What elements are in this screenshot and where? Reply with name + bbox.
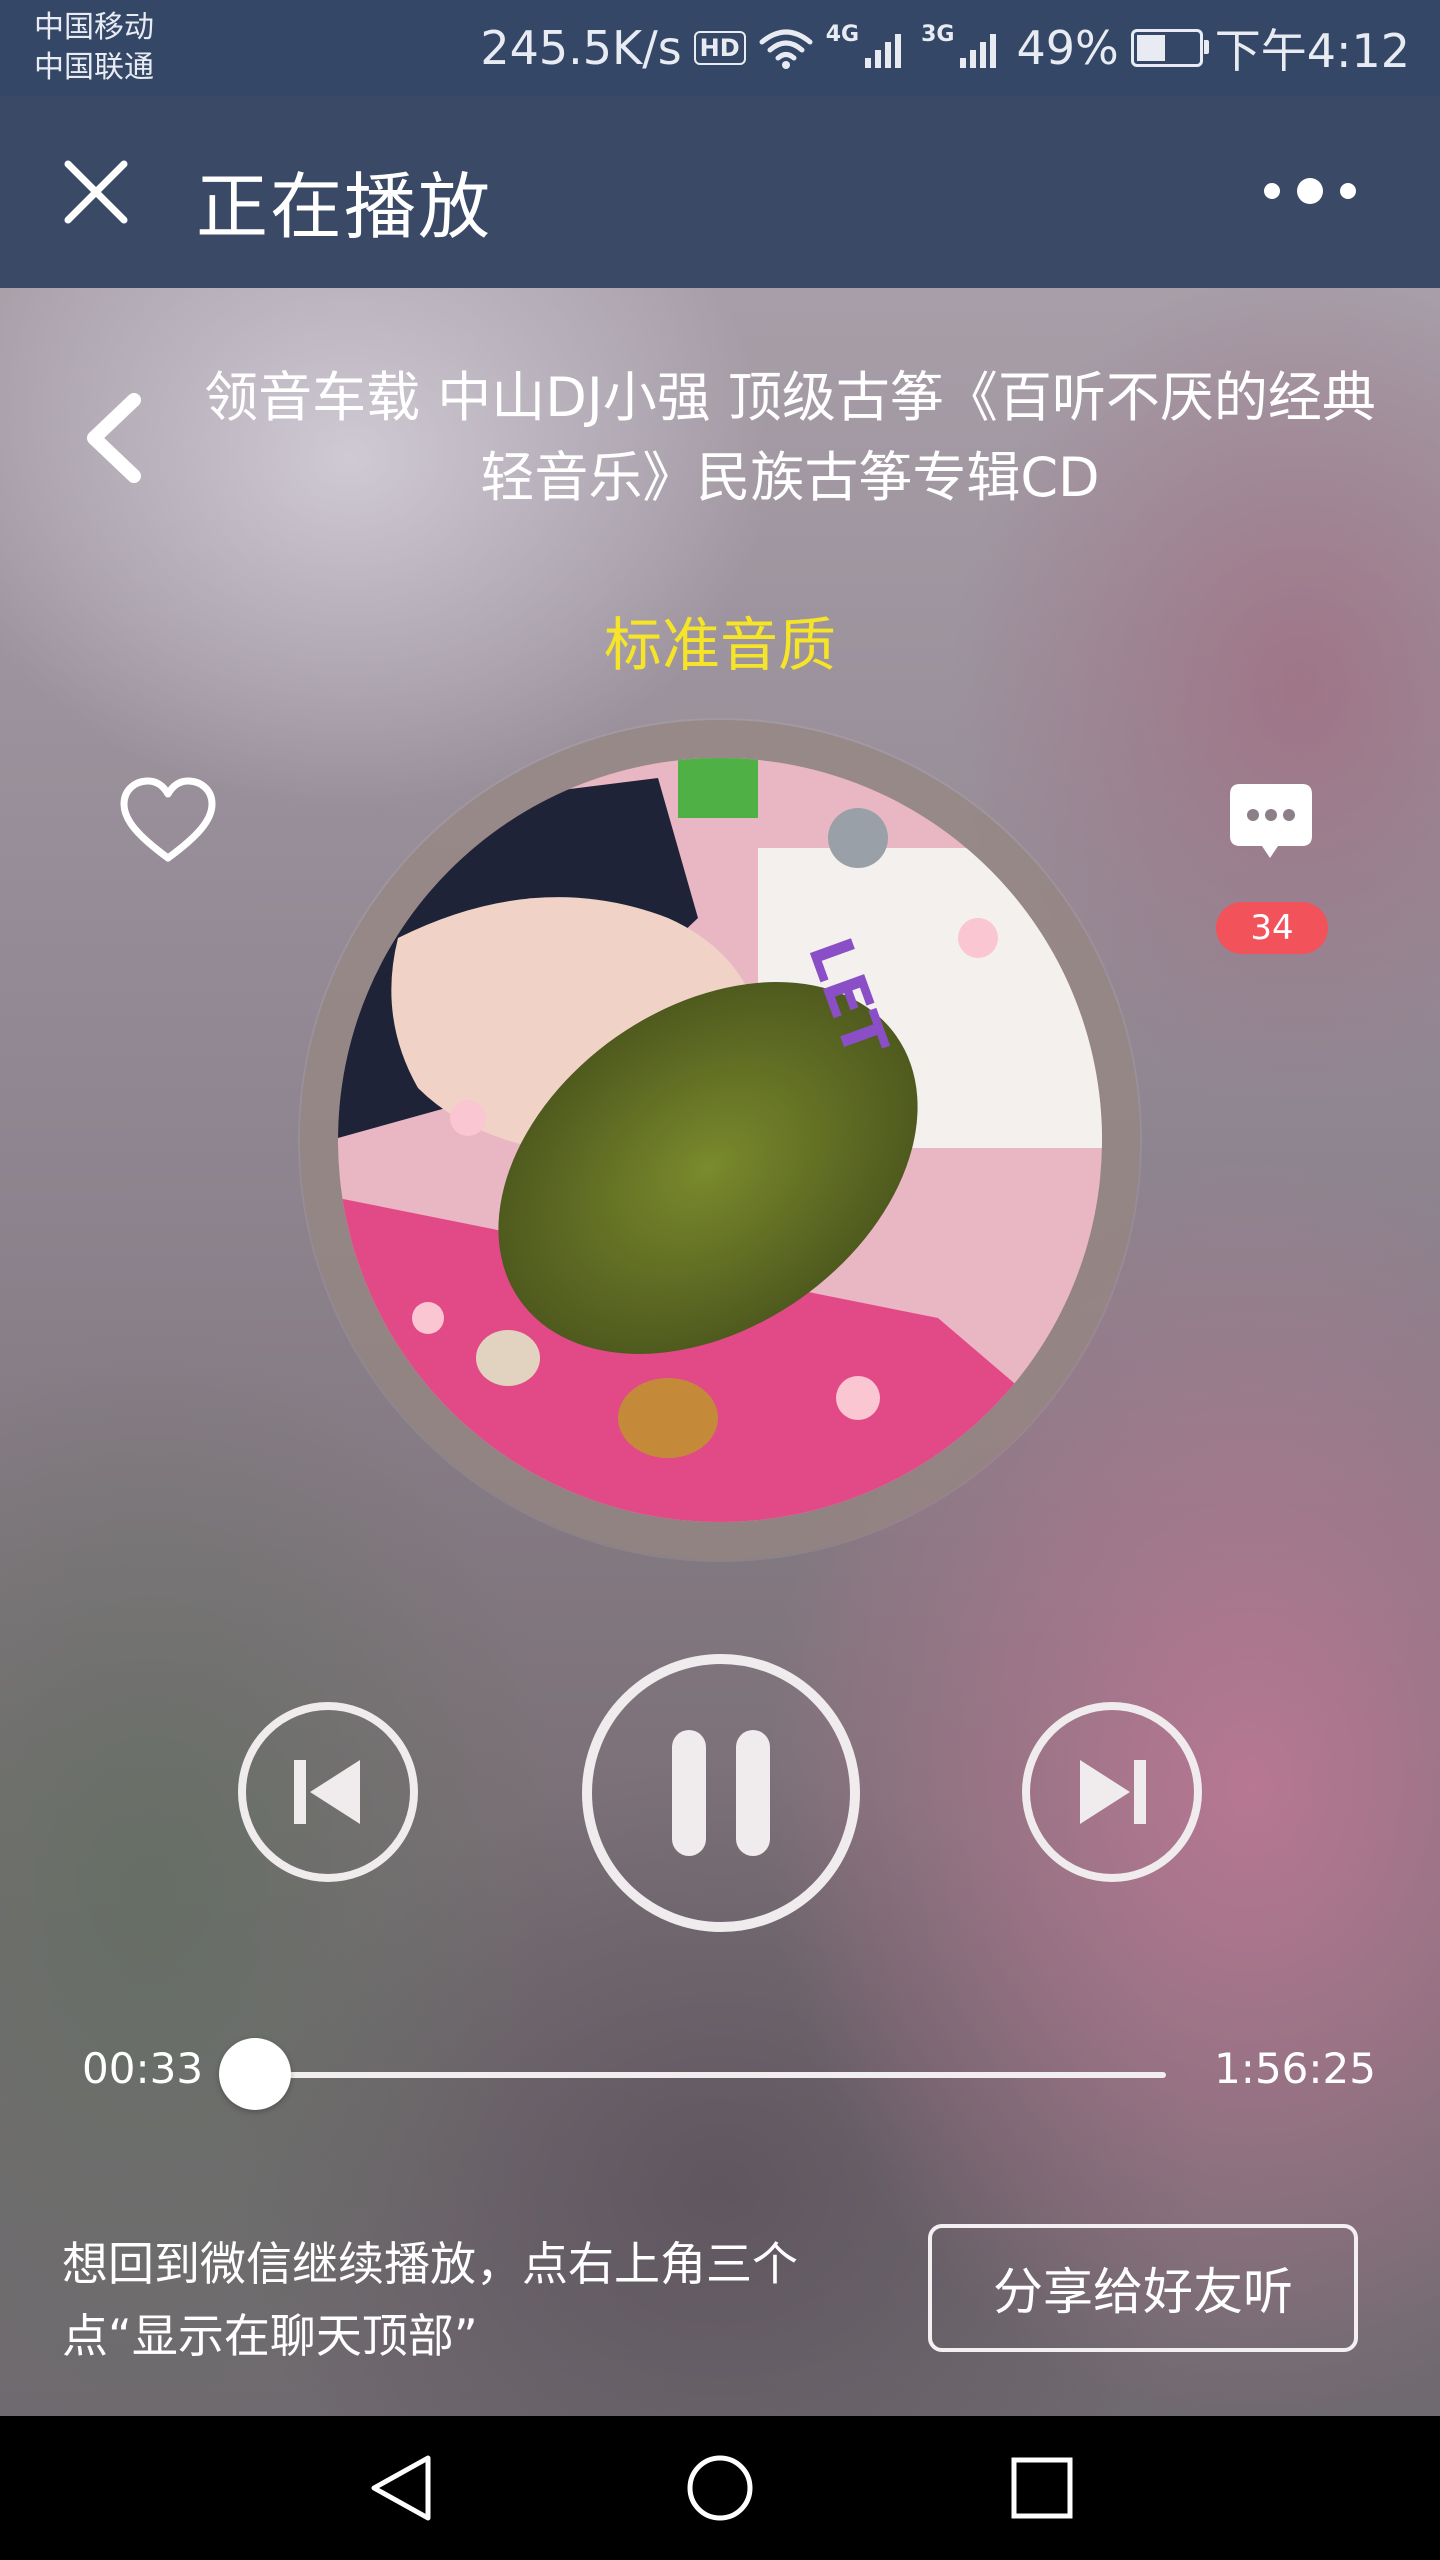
- status-bar: 中国移动 中国联通 245.5K/s HD 4G 3G 49% 下午4:12: [0, 0, 1440, 96]
- carrier-2: 中国联通: [34, 50, 154, 85]
- heart-icon[interactable]: [118, 776, 218, 866]
- battery-percent: 49%: [1016, 21, 1119, 75]
- carrier-info: 中国移动 中国联通: [34, 8, 154, 88]
- next-track-button[interactable]: [1020, 1700, 1204, 1884]
- net-3g-label: 3G: [921, 22, 955, 47]
- app-header: 正在播放: [0, 96, 1440, 288]
- nav-back-icon[interactable]: [366, 2452, 438, 2524]
- previous-track-button[interactable]: [236, 1700, 420, 1884]
- player-area: 领音车载 中山DJ小强 顶级古筝《百听不厌的经典轻音乐》民族古筝专辑CD 标准音…: [0, 288, 1440, 2416]
- comment-icon[interactable]: [1226, 778, 1316, 868]
- album-cover-image: LET: [338, 758, 1102, 1522]
- signal-icon: [865, 34, 902, 68]
- hd-badge: HD: [693, 31, 746, 65]
- more-icon[interactable]: [1240, 166, 1380, 216]
- status-indicators: 245.5K/s HD 4G 3G 49% 下午4:12: [480, 18, 1410, 78]
- wechat-tip-text: 想回到微信继续播放，点右上角三个点“显示在聊天顶部”: [62, 2237, 798, 2363]
- net-4g-label: 4G: [825, 22, 860, 47]
- clock: 下午4:12: [1214, 24, 1410, 78]
- share-to-friend-button[interactable]: 分享给好友听: [928, 2224, 1358, 2352]
- nav-home-icon[interactable]: [684, 2452, 756, 2524]
- page-title: 正在播放: [196, 165, 493, 249]
- carrier-1: 中国移动: [34, 10, 154, 45]
- nav-recent-apps-icon[interactable]: [1006, 2452, 1078, 2524]
- battery-icon: [1130, 29, 1209, 67]
- system-nav-bar: [0, 2416, 1440, 2560]
- signal-icon: [960, 34, 997, 68]
- progress-track[interactable]: [250, 2072, 1166, 2078]
- audio-quality[interactable]: 标准音质: [0, 598, 1440, 682]
- elapsed-time: 00:33: [82, 2044, 204, 2093]
- back-chevron-icon[interactable]: [78, 388, 148, 488]
- progress-thumb[interactable]: [219, 2038, 291, 2110]
- close-icon[interactable]: [58, 154, 134, 230]
- album-disc: LET: [300, 720, 1140, 1560]
- pause-button[interactable]: [580, 1652, 862, 1934]
- total-time: 1:56:25: [1214, 2044, 1376, 2093]
- comment-count-badge: 34: [1216, 902, 1328, 954]
- song-title: 领音车载 中山DJ小强 顶级古筝《百听不厌的经典轻音乐》民族古筝专辑CD: [204, 366, 1376, 509]
- network-speed: 245.5K/s: [480, 21, 682, 75]
- wifi-icon: [759, 29, 813, 69]
